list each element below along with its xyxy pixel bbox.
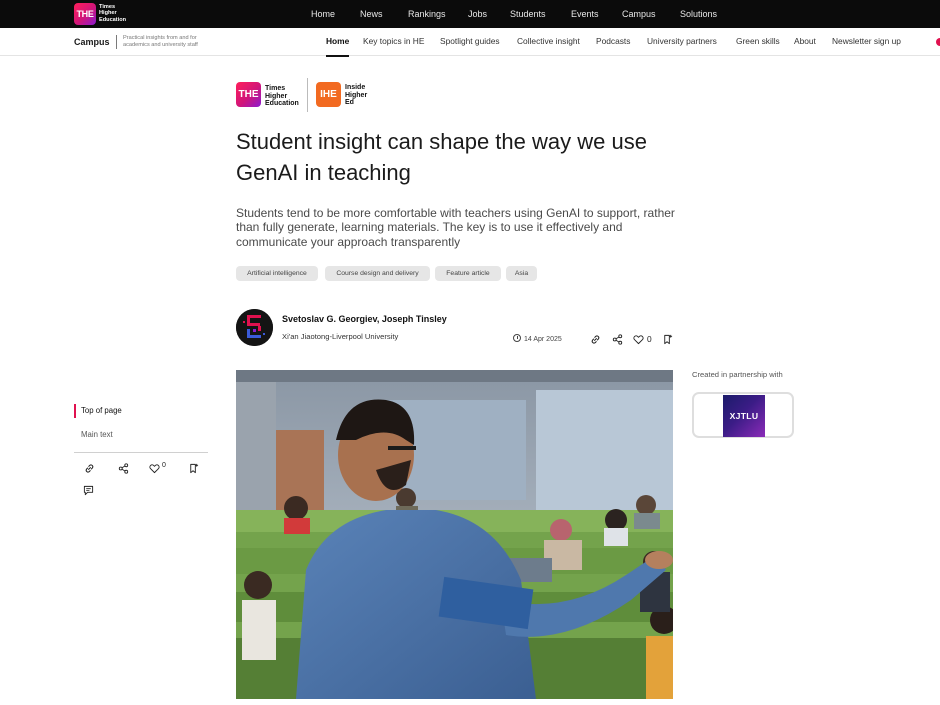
heart-icon[interactable] bbox=[633, 334, 644, 345]
subnav-collective-insight[interactable]: Collective insight bbox=[517, 28, 580, 55]
ihe-brand-logo: IHE bbox=[316, 82, 341, 107]
brand-text-line: Ed bbox=[345, 99, 354, 107]
edge-indicator bbox=[936, 38, 940, 46]
author-avatar[interactable] bbox=[236, 309, 273, 346]
author-institution: Xi'an Jiaotong-Liverpool University bbox=[282, 332, 399, 341]
the-brand-logo: THE bbox=[236, 82, 261, 107]
nav-events[interactable]: Events bbox=[571, 0, 599, 28]
brand-text-line: Higher bbox=[265, 92, 288, 100]
subnav-green-skills[interactable]: Green skills bbox=[736, 28, 780, 55]
rail-main-text[interactable]: Main text bbox=[81, 430, 113, 439]
subnav-newsletter-signup[interactable]: Newsletter sign up bbox=[832, 28, 901, 55]
like-count: 0 bbox=[647, 334, 652, 344]
campus-tagline: Practical insights from and for academic… bbox=[123, 35, 223, 48]
brand-text-line: Education bbox=[265, 100, 299, 108]
subnav-podcasts[interactable]: Podcasts bbox=[596, 28, 630, 55]
partnership-label: Created in partnership with bbox=[692, 370, 783, 379]
brand-text-line: Times bbox=[265, 85, 286, 92]
tagline-line: academics and university staff bbox=[123, 41, 198, 48]
top-navigation-bar: THE Times Higher Education Home News Ran… bbox=[0, 0, 940, 28]
comment-icon[interactable] bbox=[83, 485, 94, 496]
subnav-spotlight-guides[interactable]: Spotlight guides bbox=[440, 28, 500, 55]
article-authors[interactable]: Svetoslav G. Georgiev, Joseph Tinsley bbox=[282, 314, 447, 324]
ihe-brand-text: Inside Higher Ed bbox=[345, 84, 367, 107]
tag-artificial-intelligence[interactable]: Artificial intelligence bbox=[236, 266, 318, 281]
campus-subnav-bar: Campus Practical insights from and for a… bbox=[0, 28, 940, 57]
xjtlu-logo: XJTLU bbox=[723, 395, 765, 437]
subnav-about[interactable]: About bbox=[794, 28, 816, 55]
bookmark-icon[interactable] bbox=[188, 463, 199, 474]
rail-top-of-page[interactable]: Top of page bbox=[74, 404, 122, 418]
share-icon[interactable] bbox=[118, 463, 129, 474]
date-text: 14 Apr 2025 bbox=[524, 336, 562, 343]
the-brand-text: Times Higher Education bbox=[265, 85, 299, 108]
nav-campus[interactable]: Campus bbox=[622, 0, 656, 28]
brand-text-line: Higher bbox=[345, 91, 368, 99]
article-standfirst: Students tend to be more comfortable wit… bbox=[236, 206, 675, 249]
rail-divider bbox=[74, 452, 208, 453]
classroom-photo bbox=[236, 370, 673, 699]
nav-news[interactable]: News bbox=[360, 0, 383, 28]
clock-icon bbox=[513, 334, 521, 342]
tag-asia[interactable]: Asia bbox=[506, 266, 537, 281]
brand-divider bbox=[307, 78, 308, 112]
nav-jobs[interactable]: Jobs bbox=[468, 0, 487, 28]
link-icon[interactable] bbox=[590, 334, 601, 345]
publish-date: 14 Apr 2025 bbox=[513, 334, 562, 343]
subnav-key-topics[interactable]: Key topics in HE bbox=[363, 28, 424, 55]
nav-students[interactable]: Students bbox=[510, 0, 546, 28]
brand-text-line: Inside bbox=[345, 84, 366, 91]
divider bbox=[116, 35, 117, 49]
nav-home[interactable]: Home bbox=[311, 0, 335, 28]
tagline-line: Practical insights from and for bbox=[123, 35, 197, 41]
subnav-home[interactable]: Home bbox=[326, 28, 350, 57]
partner-logo-card[interactable]: XJTLU bbox=[692, 392, 794, 438]
bookmark-icon[interactable] bbox=[662, 334, 673, 345]
share-icon[interactable] bbox=[612, 334, 623, 345]
article-hero-image bbox=[236, 370, 673, 699]
logo-text-line: Education bbox=[99, 16, 127, 23]
tag-course-design[interactable]: Course design and delivery bbox=[325, 266, 430, 281]
link-icon[interactable] bbox=[84, 463, 95, 474]
article-headline: Student insight can shape the way we use… bbox=[236, 129, 647, 185]
tag-feature-article[interactable]: Feature article bbox=[435, 266, 501, 281]
heart-icon[interactable] bbox=[149, 463, 160, 474]
subnav-university-partners[interactable]: University partners bbox=[647, 28, 717, 55]
avatar-graphic bbox=[236, 309, 273, 346]
the-logo-text[interactable]: Times Higher Education bbox=[99, 4, 126, 23]
the-logo[interactable]: THE bbox=[74, 3, 96, 25]
rail-like-count: 0 bbox=[162, 462, 166, 469]
nav-solutions[interactable]: Solutions bbox=[680, 0, 717, 28]
nav-rankings[interactable]: Rankings bbox=[408, 0, 446, 28]
campus-section-title[interactable]: Campus bbox=[74, 37, 110, 47]
